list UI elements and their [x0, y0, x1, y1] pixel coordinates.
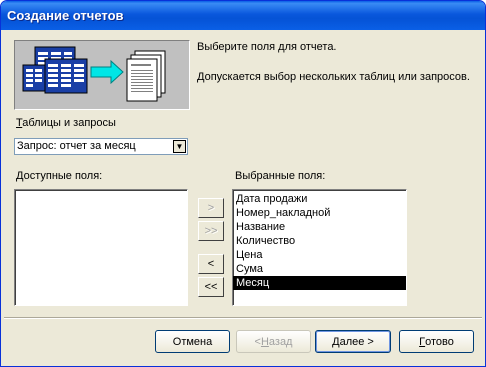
- available-fields-list[interactable]: [14, 189, 188, 306]
- available-fields-label-rest: оступные поля:: [23, 170, 103, 182]
- add-field-button[interactable]: >: [198, 198, 224, 218]
- dialog-client: Выберите поля для отчета. Допускается вы…: [4, 30, 482, 364]
- intro-line-1: Выберите поля для отчета.: [197, 41, 337, 53]
- selected-field-item[interactable]: Месяц: [233, 276, 406, 290]
- button-separator: [4, 317, 482, 319]
- tables-queries-combobox[interactable]: Запрос: отчет за месяц ▼: [14, 138, 188, 155]
- selected-field-item[interactable]: Сума: [233, 262, 406, 276]
- available-fields-label: Доступные поля:: [16, 170, 102, 182]
- back-button-rest: азад: [268, 335, 293, 348]
- window-title: Создание отчетов: [7, 8, 124, 23]
- title-bar[interactable]: Создание отчетов: [1, 1, 485, 30]
- cancel-button[interactable]: Отмена: [155, 330, 230, 353]
- report-wizard-window: Создание отчетов Выберите поля для отчет…: [0, 0, 486, 367]
- selected-fields-label: Выбранные поля:: [235, 170, 326, 182]
- tables-queries-selected: Запрос: отчет за месяц: [17, 140, 136, 152]
- selected-fields-list[interactable]: Дата продажи Номер_накладной Название Колич…: [232, 189, 407, 306]
- remove-all-fields-button[interactable]: <<: [198, 277, 224, 297]
- chevron-down-icon: ▼: [175, 142, 184, 151]
- combobox-dropdown-button[interactable]: ▼: [173, 140, 186, 153]
- next-button-hotkey: Д: [332, 335, 340, 348]
- selected-field-item[interactable]: Цена: [233, 248, 406, 262]
- intro-line-2: Допускается выбор нескольких таблиц или …: [197, 71, 470, 83]
- finish-button-rest: отово: [425, 335, 454, 348]
- tables-queries-label-rest: аблицы и запросы: [22, 117, 116, 129]
- tables-to-report-icon: [22, 46, 166, 102]
- tables-queries-label: Таблицы и запросы: [16, 117, 116, 129]
- next-button-rest: алее >: [339, 335, 374, 348]
- selected-field-item[interactable]: Название: [233, 220, 406, 234]
- finish-button[interactable]: Готово: [399, 330, 474, 353]
- back-button[interactable]: < Назад: [236, 330, 311, 353]
- selected-field-item[interactable]: Количество: [233, 234, 406, 248]
- available-fields-label-hotkey: Д: [16, 170, 24, 182]
- wizard-illustration: [14, 40, 190, 110]
- selected-field-item[interactable]: Дата продажи: [233, 192, 406, 206]
- back-button-hotkey: Н: [260, 335, 269, 348]
- add-all-fields-button[interactable]: >>: [198, 221, 224, 241]
- selected-field-item[interactable]: Номер_накладной: [233, 206, 406, 220]
- remove-field-button[interactable]: <: [198, 254, 224, 274]
- next-button[interactable]: Далее >: [315, 330, 391, 353]
